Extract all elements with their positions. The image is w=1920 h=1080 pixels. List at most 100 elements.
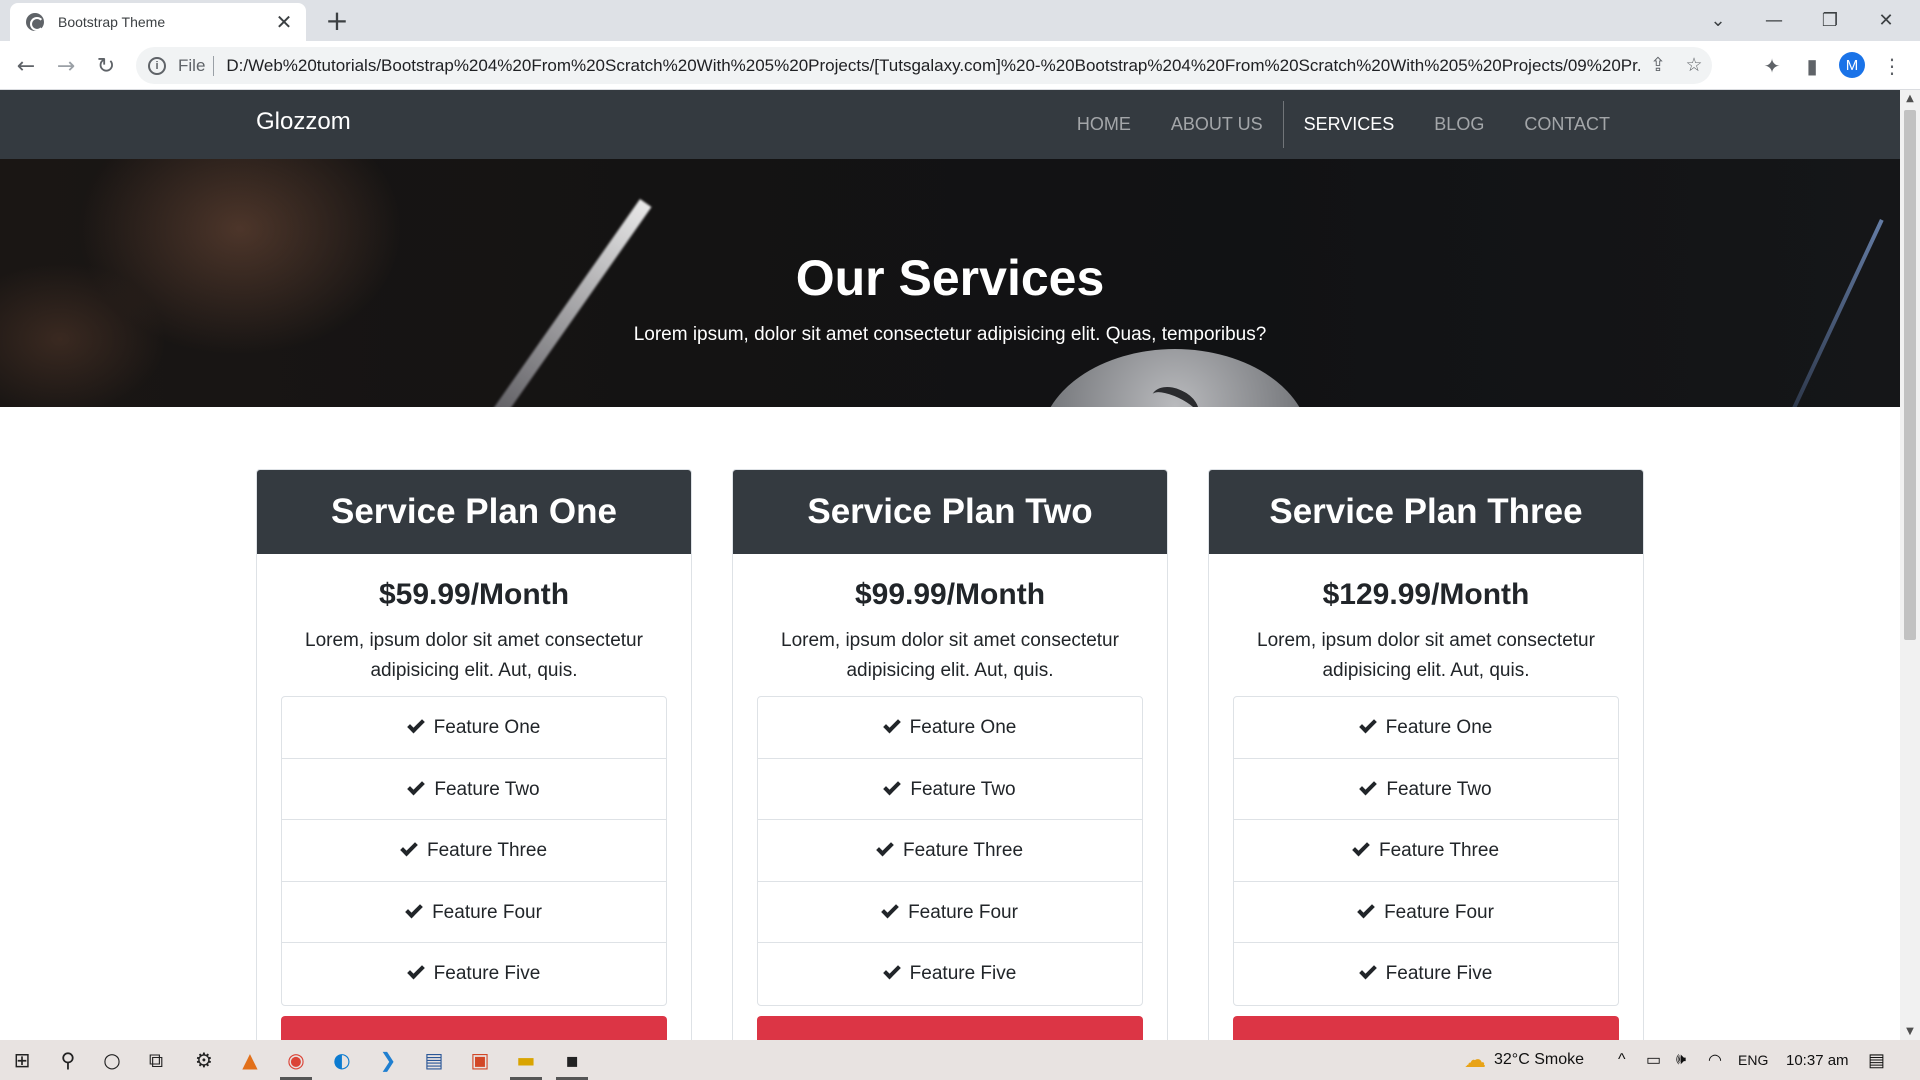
profile-avatar[interactable]: M — [1839, 52, 1865, 78]
plan-card-three: Service Plan Three $129.99/Month Lorem, … — [1208, 469, 1644, 1040]
notifications-icon[interactable]: ▤ — [1868, 1040, 1885, 1080]
check-icon — [1358, 961, 1377, 980]
settings-icon[interactable]: ⚙ — [182, 1040, 226, 1080]
reload-button[interactable]: ↻ — [90, 50, 122, 82]
list-item: Feature Two — [282, 759, 666, 820]
list-item: Feature Two — [758, 759, 1142, 820]
check-icon — [882, 715, 901, 734]
share-icon[interactable]: ⇪ — [1640, 54, 1676, 77]
restore-button[interactable]: ❐ — [1802, 0, 1858, 41]
close-window-button[interactable]: ✕ — [1858, 0, 1914, 41]
terminal-icon[interactable]: ▪ — [550, 1040, 594, 1080]
check-icon — [1358, 715, 1377, 734]
scroll-up-icon[interactable]: ▲ — [1900, 93, 1920, 104]
check-icon — [1357, 900, 1375, 918]
weather-widget[interactable]: ☁ 32°C Smoke — [1464, 1040, 1584, 1080]
scroll-down-icon[interactable]: ▼ — [1900, 1026, 1920, 1037]
vscode-icon[interactable]: ❯ — [366, 1040, 410, 1080]
check-icon — [405, 900, 423, 918]
tab-search-icon[interactable]: ⌄ — [1690, 0, 1746, 41]
bookmark-star-icon[interactable]: ☆ — [1676, 54, 1712, 77]
list-item: Feature Three — [282, 820, 666, 882]
nav-home[interactable]: HOME — [1057, 101, 1151, 148]
nav-about-us[interactable]: ABOUT US — [1151, 101, 1283, 148]
list-item: Feature One — [758, 697, 1142, 759]
extensions-icon[interactable]: ✦ — [1756, 50, 1788, 82]
nav-contact[interactable]: CONTACT — [1504, 101, 1630, 148]
plan-title: Service Plan Two — [733, 470, 1167, 554]
volume-icon[interactable]: 🕪 — [1676, 1040, 1686, 1080]
feature-list: Feature One Feature Two Feature Three Fe… — [1233, 696, 1619, 1006]
plan-description: Lorem, ipsum dolor sit amet consectetur … — [305, 630, 643, 681]
minimize-button[interactable]: — — [1746, 0, 1802, 41]
start-icon[interactable]: ⊞ — [0, 1040, 44, 1080]
list-item: Feature Five — [1234, 943, 1618, 1005]
plan-buy-button[interactable] — [281, 1015, 667, 1040]
language-indicator[interactable]: ENG — [1738, 1040, 1768, 1080]
word-icon[interactable]: ▤ — [412, 1040, 456, 1080]
url-text[interactable]: D:/Web%20tutorials/Bootstrap%204%20From%… — [226, 56, 1640, 76]
forward-button[interactable]: → — [50, 50, 82, 82]
check-icon — [406, 961, 425, 980]
site-navbar: Glozzom HOME ABOUT US SERVICES BLOG CONT… — [0, 90, 1900, 159]
globe-icon — [26, 13, 44, 31]
powerpoint-icon[interactable]: ▣ — [458, 1040, 502, 1080]
address-bar[interactable]: i File D:/Web%20tutorials/Bootstrap%204%… — [136, 47, 1712, 84]
show-hidden-icons-icon[interactable]: ^ — [1618, 1040, 1626, 1080]
plan-description: Lorem, ipsum dolor sit amet consectetur … — [781, 630, 1119, 681]
feature-list: Feature One Feature Two Feature Three Fe… — [281, 696, 667, 1006]
clock[interactable]: 10:37 am — [1786, 1040, 1849, 1080]
info-icon[interactable]: i — [148, 56, 166, 75]
battery-icon[interactable]: ▭ — [1646, 1040, 1661, 1080]
browser-tab[interactable]: Bootstrap Theme ✕ — [10, 3, 306, 41]
page-scrollbar[interactable]: ▲ ▼ — [1900, 90, 1920, 1040]
check-icon — [400, 838, 418, 857]
service-plans: Service Plan One $59.99/Month Lorem, ips… — [256, 469, 1644, 1040]
list-item: Feature Four — [1234, 882, 1618, 943]
plan-buy-button[interactable] — [757, 1015, 1143, 1040]
file-explorer-icon[interactable]: ▬ — [504, 1040, 548, 1080]
feature-list: Feature One Feature Two Feature Three Fe… — [757, 696, 1143, 1006]
taskbar: ⊞ ⚲ ○ ⧉ ⚙ ▲ ◉ ◐ ❯ ▤ ▣ ▬ ▪ ☁ 32°C Smoke ^… — [0, 1040, 1920, 1080]
close-tab-button[interactable]: ✕ — [274, 10, 294, 34]
cortana-icon[interactable]: ○ — [90, 1040, 134, 1080]
nav-services[interactable]: SERVICES — [1282, 101, 1415, 148]
scrollbar-thumb[interactable] — [1904, 110, 1916, 640]
page-title: Our Services — [795, 250, 1105, 306]
list-item: Feature Five — [282, 943, 666, 1005]
chrome-icon[interactable]: ◉ — [274, 1040, 318, 1080]
menu-icon[interactable]: ⋮ — [1876, 50, 1908, 82]
list-item: Feature Three — [1234, 820, 1618, 882]
side-panel-icon[interactable]: ▮ — [1796, 50, 1828, 82]
wifi-icon[interactable]: ◠ — [1708, 1040, 1722, 1080]
plan-card-two: Service Plan Two $99.99/Month Lorem, ips… — [732, 469, 1168, 1040]
plan-title: Service Plan Three — [1209, 470, 1643, 554]
list-item: Feature Four — [758, 882, 1142, 943]
check-icon — [1359, 777, 1378, 795]
site-brand[interactable]: Glozzom — [256, 108, 351, 136]
check-icon — [1352, 838, 1370, 857]
check-icon — [882, 961, 901, 980]
list-item: Feature Three — [758, 820, 1142, 882]
plan-price: $129.99/Month — [1322, 578, 1530, 611]
check-icon — [881, 900, 899, 918]
hero-subtitle: Lorem ipsum, dolor sit amet consectetur … — [633, 324, 1267, 345]
nav-links: HOME ABOUT US SERVICES BLOG CONTACT — [1057, 90, 1630, 159]
nav-blog[interactable]: BLOG — [1414, 101, 1504, 148]
task-view-icon[interactable]: ⧉ — [134, 1040, 178, 1080]
vlc-icon[interactable]: ▲ — [228, 1040, 272, 1080]
tab-title: Bootstrap Theme — [58, 14, 166, 30]
edge-icon[interactable]: ◐ — [320, 1040, 364, 1080]
check-icon — [876, 838, 894, 857]
browser-toolbar: ← → ↻ i File D:/Web%20tutorials/Bootstra… — [0, 41, 1920, 90]
plan-description: Lorem, ipsum dolor sit amet consectetur … — [1257, 630, 1595, 681]
list-item: Feature Four — [282, 882, 666, 943]
back-button[interactable]: ← — [10, 50, 42, 82]
list-item: Feature One — [282, 697, 666, 759]
weather-text: 32°C Smoke — [1494, 1051, 1584, 1068]
new-tab-button[interactable]: + — [322, 6, 352, 36]
search-icon[interactable]: ⚲ — [46, 1040, 90, 1080]
plan-price: $99.99/Month — [854, 578, 1046, 611]
plan-buy-button[interactable] — [1233, 1015, 1619, 1040]
plan-title: Service Plan One — [257, 470, 691, 554]
